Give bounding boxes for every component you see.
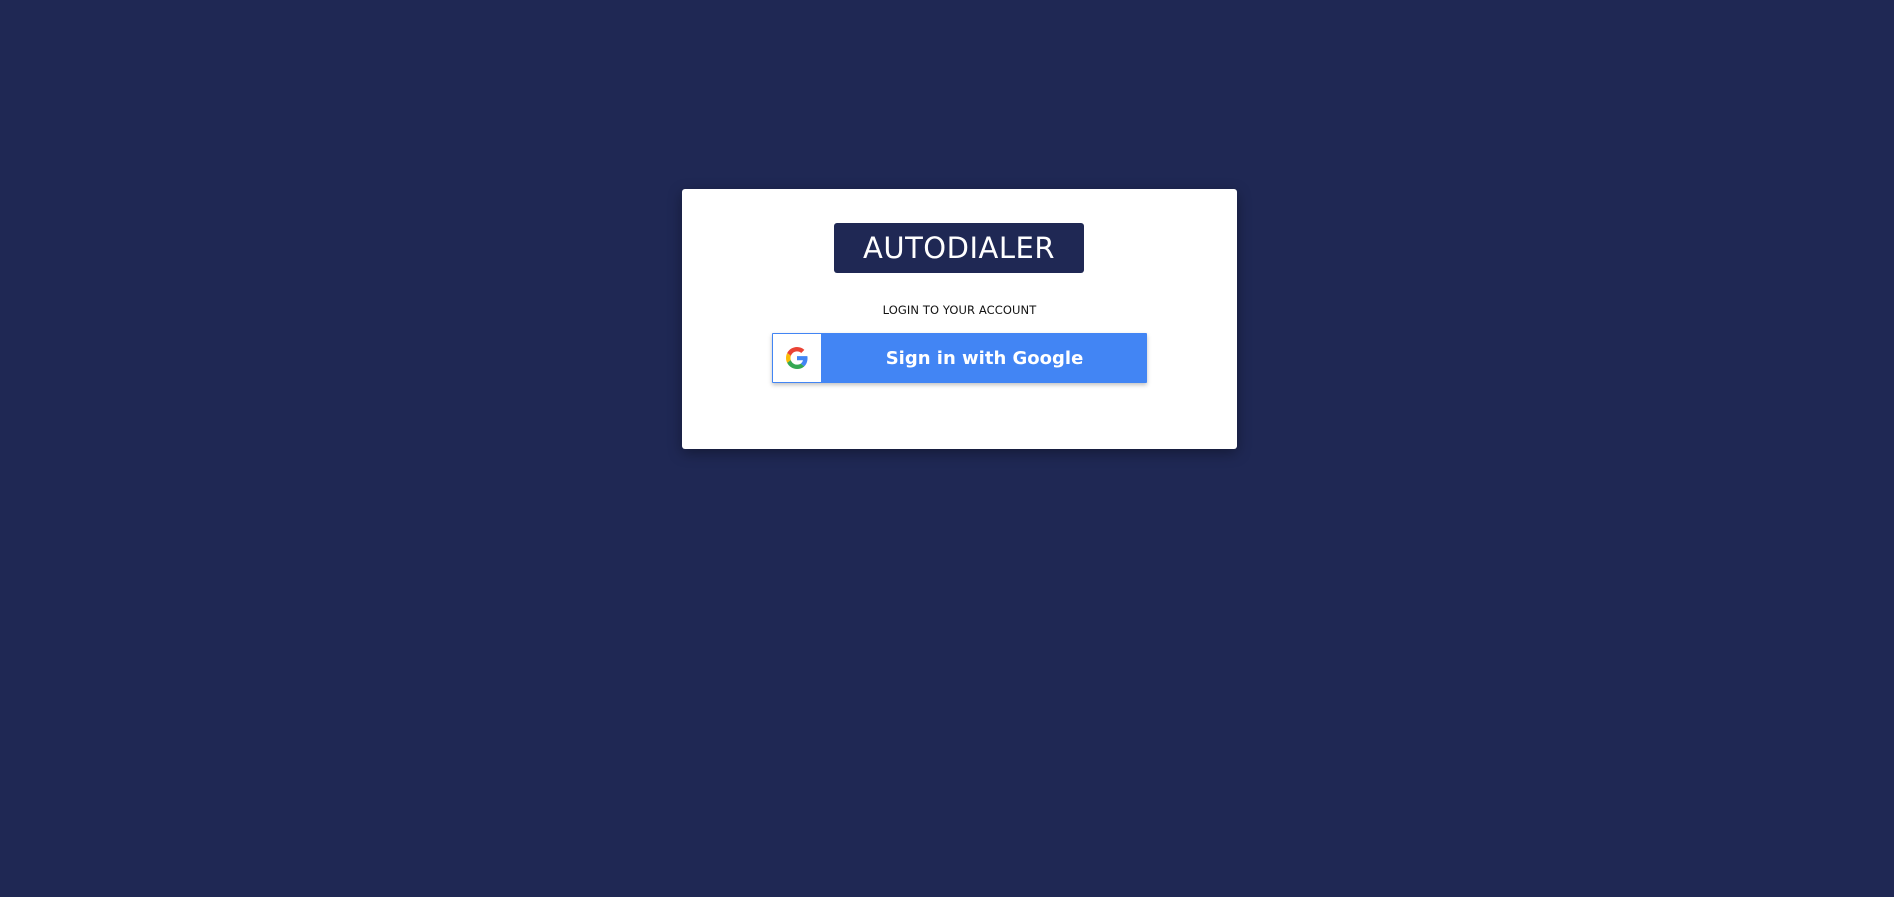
google-sign-in-label: Sign in with Google	[885, 347, 1084, 369]
app-logo: AUTODIALER	[834, 223, 1084, 273]
login-card: AUTODIALER LOGIN TO YOUR ACCOUNT Sign in…	[682, 189, 1237, 449]
google-g-logo-icon	[786, 347, 808, 369]
login-page: AUTODIALER LOGIN TO YOUR ACCOUNT Sign in…	[0, 0, 1894, 897]
google-icon-container	[773, 334, 821, 382]
login-subtitle: LOGIN TO YOUR ACCOUNT	[882, 303, 1037, 317]
google-sign-in-button[interactable]: Sign in with Google	[772, 333, 1147, 383]
